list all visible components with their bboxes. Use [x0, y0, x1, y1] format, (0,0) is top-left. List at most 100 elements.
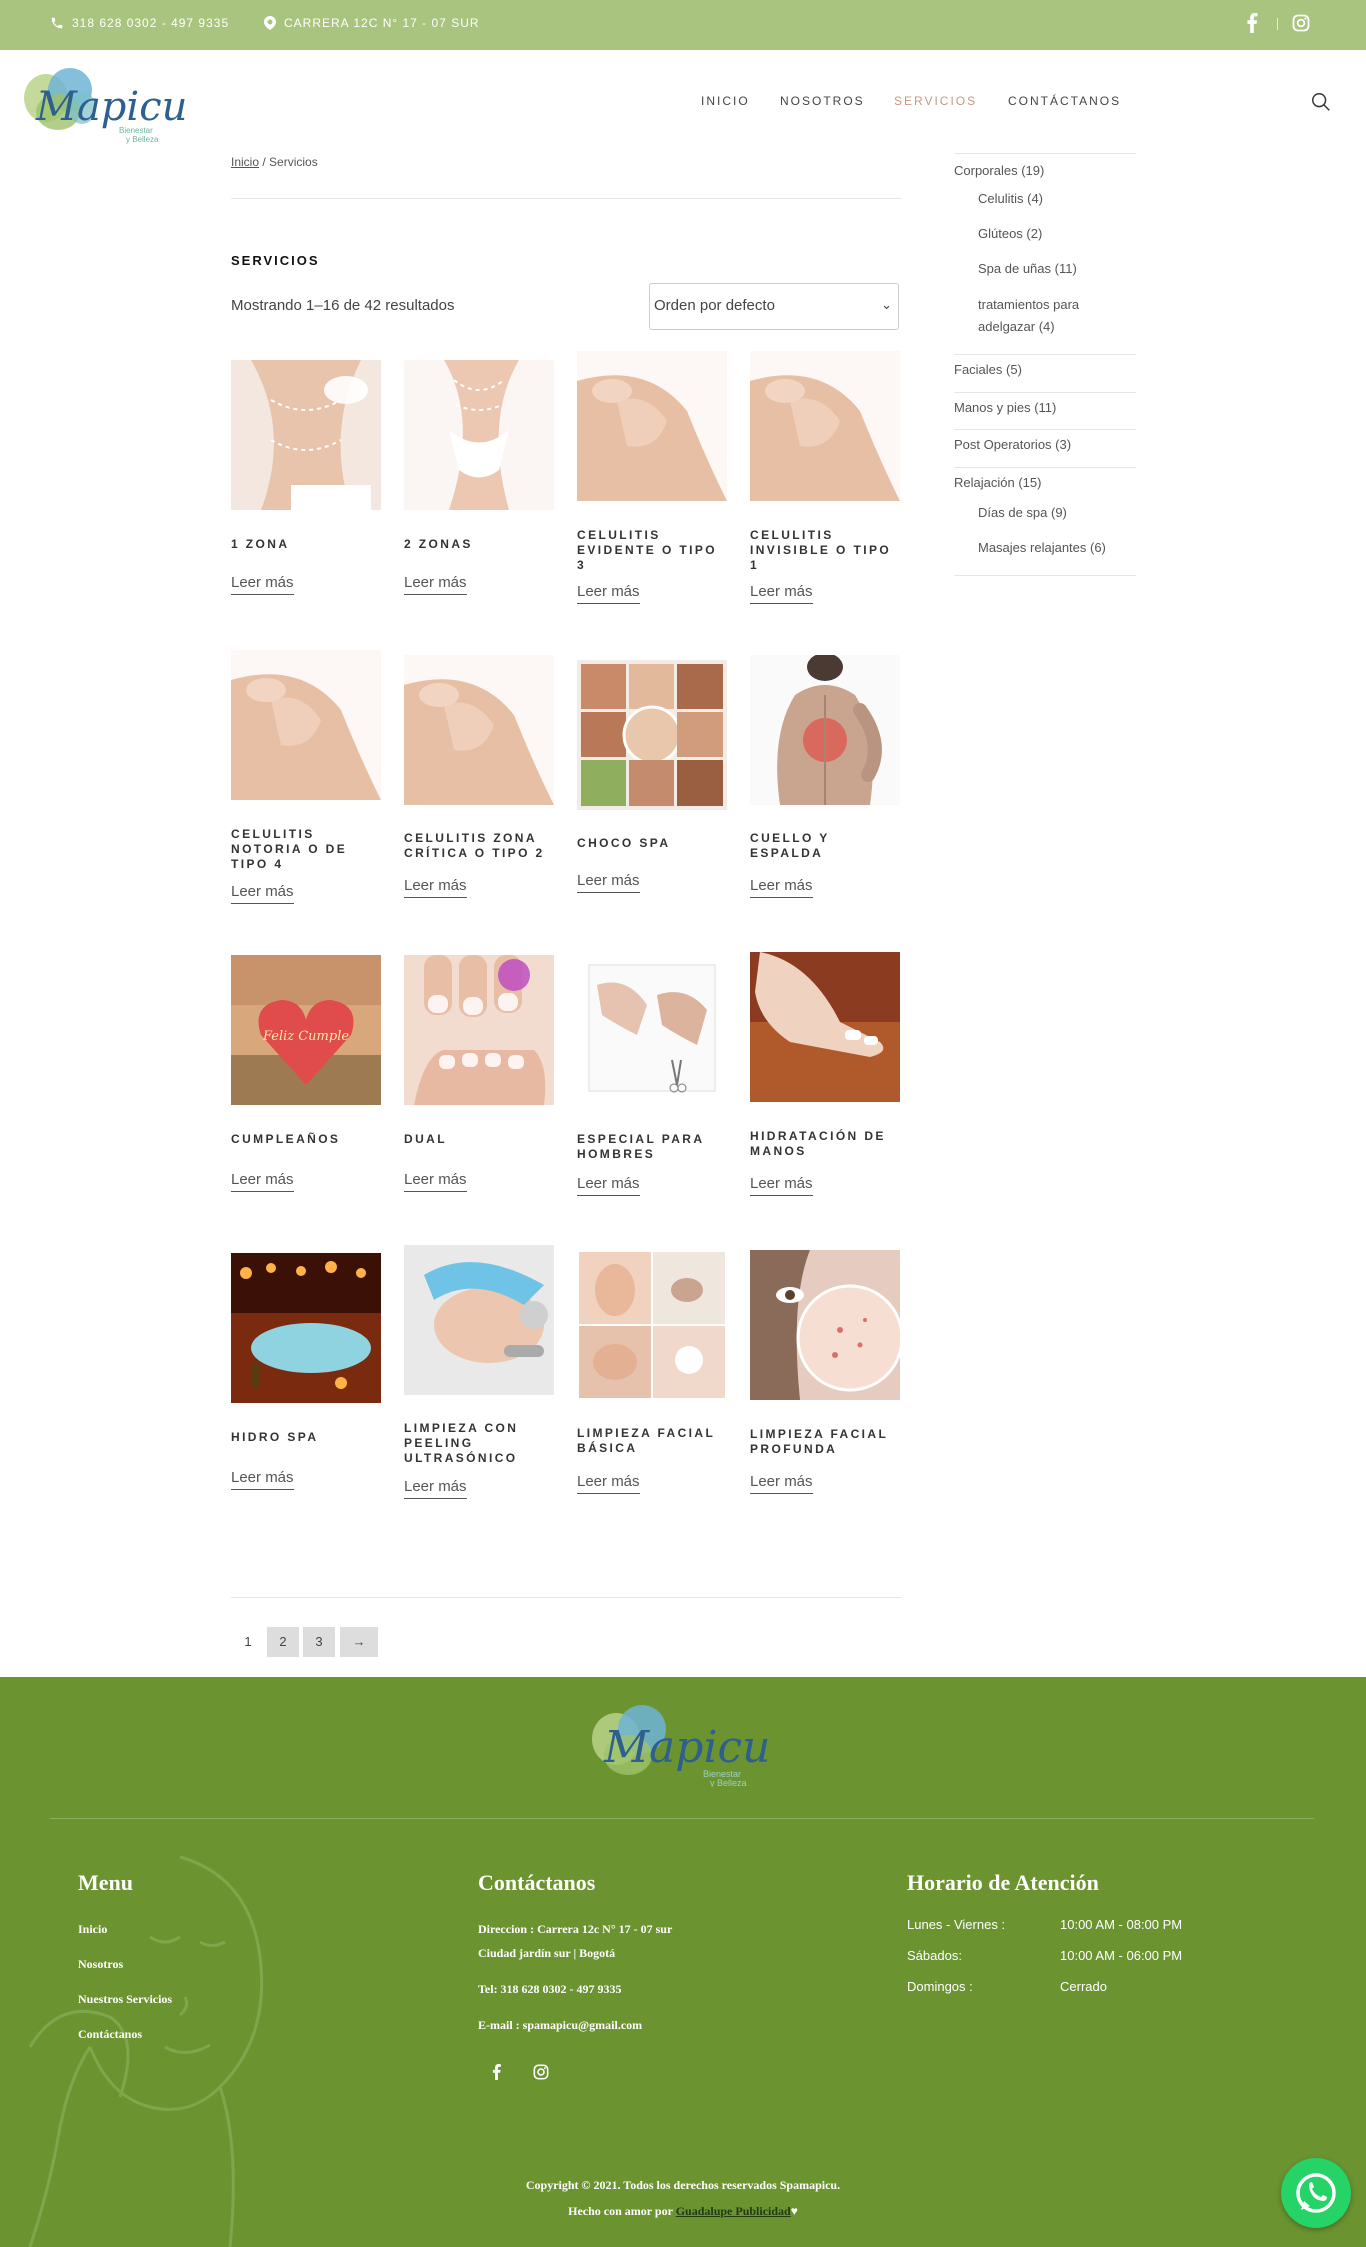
- product-title[interactable]: CELULITIS INVISIBLE O TIPO 1: [750, 528, 900, 573]
- category-faciales[interactable]: Faciales (5): [954, 359, 1022, 381]
- product-image[interactable]: [577, 955, 727, 1105]
- category-corporales[interactable]: Corporales (19): [954, 160, 1044, 182]
- category-dias-de-spa[interactable]: Días de spa (9): [978, 502, 1067, 524]
- product-title[interactable]: ESPECIAL PARA HOMBRES: [577, 1132, 727, 1162]
- product-image[interactable]: [750, 952, 900, 1102]
- product-image[interactable]: [577, 351, 727, 501]
- read-more-link[interactable]: Leer más: [231, 1171, 294, 1192]
- read-more-link[interactable]: Leer más: [577, 872, 640, 893]
- nav-nosotros[interactable]: NOSOTROS: [780, 94, 865, 108]
- breadcrumb-home[interactable]: Inicio: [231, 155, 259, 169]
- page-next[interactable]: →: [340, 1627, 378, 1657]
- product-title[interactable]: CELULITIS NOTORIA O DE TIPO 4: [231, 827, 381, 872]
- svg-text:Mapicu: Mapicu: [603, 1722, 771, 1773]
- product-title[interactable]: CUMPLEAÑOS: [231, 1132, 381, 1147]
- product-title[interactable]: 2 ZONAS: [404, 537, 554, 552]
- footer-menu-inicio[interactable]: Inicio: [78, 1922, 107, 1937]
- site-logo[interactable]: Mapicu Bienestar y Belleza: [14, 60, 194, 145]
- read-more-link[interactable]: Leer más: [750, 583, 813, 604]
- svg-text:Mapicu: Mapicu: [35, 84, 187, 130]
- footer-email[interactable]: E-mail : spamapicu@gmail.com: [478, 2018, 642, 2033]
- page-title: SERVICIOS: [231, 253, 320, 268]
- category-manos-y-pies[interactable]: Manos y pies (11): [954, 397, 1056, 419]
- address-text: CARRERA 12C N° 17 - 07 SUR: [284, 16, 480, 30]
- product-image[interactable]: [404, 360, 554, 510]
- read-more-link[interactable]: Leer más: [404, 1478, 467, 1499]
- footer-facebook-link[interactable]: [492, 2064, 501, 2085]
- read-more-link[interactable]: Leer más: [231, 883, 294, 904]
- site-header: [0, 50, 1366, 152]
- whatsapp-button[interactable]: [1281, 2158, 1351, 2228]
- read-more-link[interactable]: Leer más: [750, 1175, 813, 1196]
- product-title[interactable]: CUELLO Y ESPALDA: [750, 831, 900, 861]
- sidebar-divider: [954, 429, 1136, 430]
- sidebar-divider: [954, 153, 1136, 154]
- phone-text: 318 628 0302 - 497 9335: [72, 16, 230, 30]
- footer-menu-nosotros[interactable]: Nosotros: [78, 1957, 123, 1972]
- product-image[interactable]: [750, 351, 900, 501]
- search-button[interactable]: [1310, 91, 1332, 118]
- product-title[interactable]: CHOCO SPA: [577, 836, 727, 851]
- read-more-link[interactable]: Leer más: [404, 1171, 467, 1192]
- product-image[interactable]: [404, 955, 554, 1105]
- category-celulitis[interactable]: Celulitis (4): [978, 188, 1043, 210]
- product-title[interactable]: DUAL: [404, 1132, 554, 1147]
- read-more-link[interactable]: Leer más: [577, 583, 640, 604]
- read-more-link[interactable]: Leer más: [750, 877, 813, 898]
- product-image[interactable]: [577, 1250, 727, 1400]
- product-image[interactable]: [750, 1250, 900, 1400]
- product-title[interactable]: LIMPIEZA CON PEELING ULTRASÓNICO: [404, 1421, 554, 1466]
- footer-instagram-link[interactable]: [533, 2064, 549, 2085]
- product-title[interactable]: LIMPIEZA FACIAL BÁSICA: [577, 1426, 727, 1456]
- read-more-link[interactable]: Leer más: [577, 1473, 640, 1494]
- read-more-link[interactable]: Leer más: [577, 1175, 640, 1196]
- category-tratamientos-line1[interactable]: tratamientos para: [978, 294, 1079, 316]
- instagram-icon: [533, 2064, 549, 2080]
- hours-day-sunday: Domingos :: [907, 1979, 973, 1994]
- topbar-phone[interactable]: 318 628 0302 - 497 9335: [50, 16, 229, 30]
- page-link-2[interactable]: 2: [267, 1627, 299, 1657]
- nav-contactanos[interactable]: CONTÁCTANOS: [1008, 94, 1121, 108]
- product-title[interactable]: 1 ZONA: [231, 537, 381, 552]
- category-spa-de-unas[interactable]: Spa de uñas (11): [978, 258, 1077, 280]
- product-image[interactable]: [750, 655, 900, 805]
- instagram-icon: [1292, 14, 1310, 32]
- footer-logo[interactable]: Mapicu Bienestar y Belleza: [578, 1697, 788, 1788]
- read-more-link[interactable]: Leer más: [231, 574, 294, 595]
- page: 318 628 0302 - 497 9335 CARRERA 12C N° 1…: [0, 0, 1366, 2247]
- product-image[interactable]: [231, 1253, 381, 1403]
- nav-inicio[interactable]: INICIO: [701, 94, 750, 108]
- topbar-address[interactable]: CARRERA 12C N° 17 - 07 SUR: [264, 16, 480, 30]
- footer-menu-servicios[interactable]: Nuestros Servicios: [78, 1992, 172, 2007]
- orderby-select[interactable]: Orden por defecto ⌄: [649, 283, 899, 330]
- nav-servicios[interactable]: SERVICIOS: [894, 94, 977, 108]
- product-image[interactable]: [231, 650, 381, 800]
- read-more-link[interactable]: Leer más: [404, 877, 467, 898]
- page-link-3[interactable]: 3: [303, 1627, 335, 1657]
- agency-link[interactable]: Guadalupe Publicidad: [676, 2204, 791, 2218]
- category-post-operatorios[interactable]: Post Operatorios (3): [954, 434, 1071, 456]
- product-title[interactable]: LIMPIEZA FACIAL PROFUNDA: [750, 1427, 900, 1457]
- product-image[interactable]: [231, 360, 381, 510]
- product-image[interactable]: [404, 655, 554, 805]
- hours-day-saturday: Sábados:: [907, 1948, 962, 1963]
- read-more-link[interactable]: Leer más: [404, 574, 467, 595]
- category-tratamientos-line2[interactable]: adelgazar (4): [978, 316, 1055, 338]
- instagram-link[interactable]: [1292, 14, 1310, 32]
- category-gluteos[interactable]: Glúteos (2): [978, 223, 1042, 245]
- product-image[interactable]: [404, 1245, 554, 1395]
- facebook-link[interactable]: [1246, 13, 1258, 33]
- category-relajacion[interactable]: Relajación (15): [954, 472, 1041, 494]
- product-title[interactable]: CELULITIS EVIDENTE O TIPO 3: [577, 528, 727, 573]
- product-image[interactable]: Feliz Cumple: [231, 955, 381, 1105]
- product-image[interactable]: [577, 660, 727, 810]
- read-more-link[interactable]: Leer más: [750, 1473, 813, 1494]
- svg-text:Feliz Cumple: Feliz Cumple: [262, 1029, 349, 1044]
- read-more-link[interactable]: Leer más: [231, 1469, 294, 1490]
- facebook-icon: [492, 2064, 501, 2080]
- product-title[interactable]: HIDRO SPA: [231, 1430, 381, 1445]
- footer-menu-contactanos[interactable]: Contáctanos: [78, 2027, 142, 2042]
- product-title[interactable]: CELULITIS ZONA CRÍTICA O TIPO 2: [404, 831, 554, 861]
- product-title[interactable]: HIDRATACIÓN DE MANOS: [750, 1129, 900, 1159]
- category-masajes-relajantes[interactable]: Masajes relajantes (6): [978, 537, 1106, 559]
